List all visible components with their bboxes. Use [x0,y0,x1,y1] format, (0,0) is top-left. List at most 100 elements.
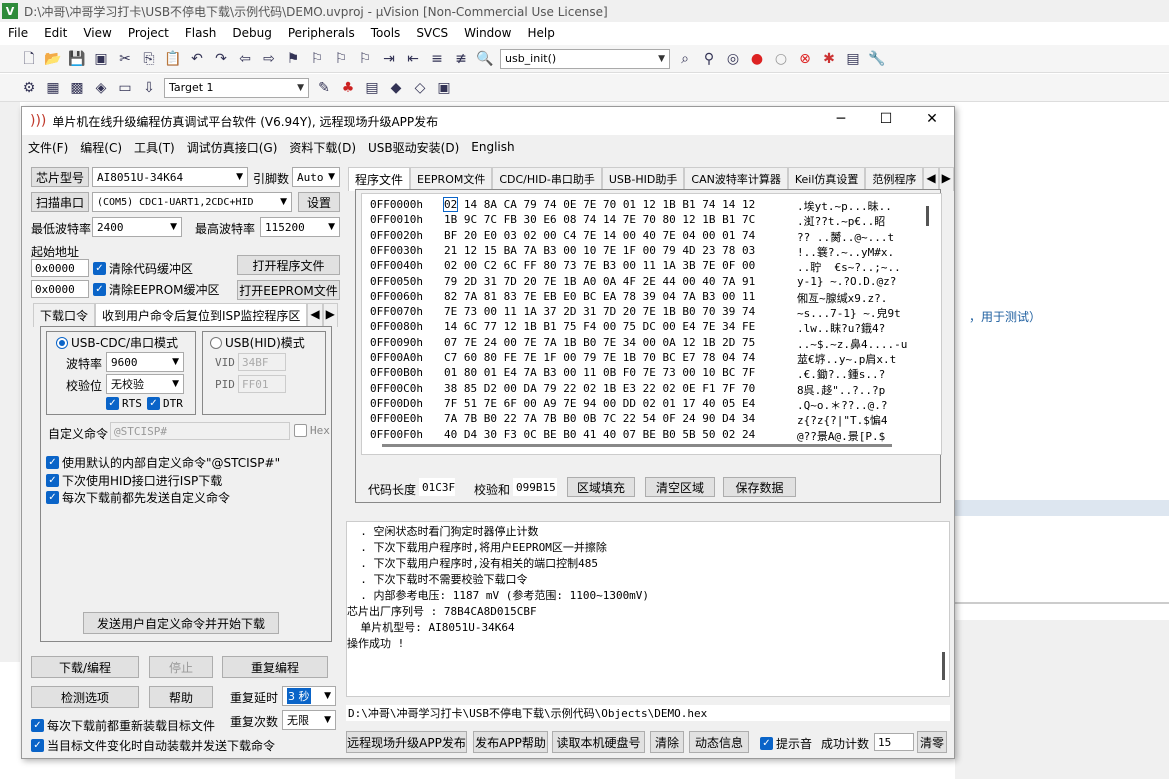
hex-horizontal-scrollbar[interactable] [382,444,892,447]
target-combo[interactable]: Target 1 ▼ [164,77,309,98]
back-icon[interactable]: ⇦ [236,50,254,68]
window-layout-icon[interactable]: ▤ [844,50,862,68]
translate-icon[interactable]: ⚙ [20,79,38,97]
tab-can-baud[interactable]: CAN波特率计算器 [684,167,788,191]
rebuild-icon[interactable]: ▩ [68,79,86,97]
close-icon[interactable]: ✕ [917,111,947,127]
tab-scroll-left-icon[interactable]: ◀ [307,303,323,327]
dynamic-info-button[interactable]: 动态信息 [689,731,749,753]
bookmark-next-icon[interactable]: ⚐ [332,50,350,68]
kill-breakpoints-icon[interactable]: ⊗ [796,50,814,68]
save-icon[interactable]: 💾 [68,50,86,68]
min-baud-select[interactable]: 2400 ▼ [92,217,182,237]
default-command-checkbox[interactable]: ✓ 使用默认的内部自定义命令"@STCISP#" [46,454,280,471]
repeat-program-button[interactable]: 重复编程 [222,656,328,678]
repeat-count-select[interactable]: 无限 ▼ [282,710,336,730]
download-program-button[interactable]: 下载/编程 [31,656,139,678]
open-program-file-button[interactable]: 打开程序文件 [237,255,340,275]
menu-window[interactable]: Window [456,26,519,40]
send-before-download-checkbox[interactable]: ✓ 每次下载前都先发送自定义命令 [46,489,230,506]
chip-model-select[interactable]: AI8051U-34K64 ▼ [92,167,248,187]
find-in-files-icon[interactable]: 🔍 [476,50,494,68]
rts-checkbox[interactable]: ✓ RTS [106,397,142,410]
bookmark-icon[interactable]: ⚑ [284,50,302,68]
build-icon[interactable]: ▦ [44,79,62,97]
port-select[interactable]: (COM5) CDC1-UART1,2CDC+HID ▼ [92,192,292,212]
open-folder-icon[interactable]: 📂 [44,50,62,68]
menu-peripherals[interactable]: Peripherals [280,26,363,40]
vid-input[interactable]: 34BF [238,353,286,371]
stop-button[interactable]: 停止 [149,656,213,678]
find-icon[interactable]: ⌕ [676,50,694,68]
tab-keil-sim[interactable]: Keil仿真设置 [787,167,866,191]
scan-port-button[interactable]: 扫描串口 [31,192,89,212]
uncomment-icon[interactable]: ≢ [452,50,470,68]
reload-target-checkbox[interactable]: ✓ 每次下载前都重新装载目标文件 [31,717,215,734]
stop-build-icon[interactable]: ▭ [116,79,134,97]
runtime-env-icon[interactable]: ▣ [435,79,453,97]
tab-download-password[interactable]: 下载口令 [33,303,96,327]
code-start-address-input[interactable]: 0x0000 [31,259,89,277]
load-icon[interactable]: ⇩ [140,79,158,97]
menu-flash[interactable]: Flash [177,26,224,40]
tab-eeprom-file[interactable]: EEPROM文件 [410,167,493,191]
menu-file[interactable]: File [0,26,36,40]
clear-eeprom-buffer-checkbox[interactable]: ✓ 清除EEPROM缓冲区 [93,281,220,298]
tab-reset-to-isp[interactable]: 收到用户命令后复位到ISP监控程序区 [95,303,308,327]
baud-select[interactable]: 9600 ▼ [106,352,184,372]
hex-vertical-scrollbar[interactable] [926,206,929,226]
clear-log-button[interactable]: 清除 [650,731,684,753]
isp-menu-program[interactable]: 编程(C) [74,139,128,156]
debug-session-icon[interactable]: ◎ [724,50,742,68]
redo-icon[interactable]: ↷ [212,50,230,68]
repeat-delay-select[interactable]: 3 秒 ▼ [282,686,336,706]
outdent-icon[interactable]: ⇤ [404,50,422,68]
tab-usb-hid[interactable]: USB-HID助手 [601,167,685,191]
port-settings-button[interactable]: 设置 [298,192,340,212]
reset-count-button[interactable]: 清零 [917,731,947,753]
batch-build-icon[interactable]: ◈ [92,79,110,97]
isp-menu-tools[interactable]: 工具(T) [128,139,181,156]
undo-icon[interactable]: ↶ [188,50,206,68]
check-options-button[interactable]: 检测选项 [31,686,139,708]
log-vertical-scrollbar[interactable] [942,652,945,680]
auto-load-checkbox[interactable]: ✓ 当目标文件变化时自动装载并发送下载命令 [31,737,275,754]
help-button[interactable]: 帮助 [149,686,213,708]
bookmark-clear-icon[interactable]: ⚐ [356,50,374,68]
tab-examples[interactable]: 范例程序 [865,167,924,191]
read-disk-id-button[interactable]: 读取本机硬盘号 [552,731,645,753]
disable-breakpoint-icon[interactable]: ○ [772,50,790,68]
manage-components-icon[interactable]: ♣ [339,79,357,97]
clear-code-buffer-checkbox[interactable]: ✓ 清除代码缓冲区 [93,260,193,277]
tab-scroll-right-icon[interactable]: ▶ [322,303,338,327]
function-combo[interactable]: usb_init() ▼ [500,48,670,69]
target-options-icon[interactable]: ✎ [315,79,333,97]
parity-select[interactable]: 无校验 ▼ [106,374,184,394]
tab-scroll-left-icon[interactable]: ◀ [923,167,939,191]
cut-icon[interactable]: ✂ [116,50,134,68]
max-baud-select[interactable]: 115200 ▼ [260,217,340,237]
isp-menu-downloads[interactable]: 资料下载(D) [283,139,362,156]
paste-icon[interactable]: 📋 [164,50,182,68]
menu-edit[interactable]: Edit [36,26,75,40]
configure-icon[interactable]: 🔧 [868,50,886,68]
isp-menu-usb-driver[interactable]: USB驱动安装(D) [362,139,465,156]
menu-svcs[interactable]: SVCS [408,26,456,40]
cdc-mode-radio[interactable]: USB-CDC/串口模式 [56,334,178,351]
tab-program-file[interactable]: 程序文件 [348,167,411,191]
minimize-icon[interactable]: ─ [826,111,856,127]
tab-scroll-right-icon[interactable]: ▶ [938,167,954,191]
fill-area-button[interactable]: 区域填充 [567,477,635,497]
new-file-icon[interactable]: 🗋 [20,50,38,68]
hid-next-checkbox[interactable]: ✓ 下次使用HID接口进行ISP下载 [46,472,222,489]
indent-icon[interactable]: ⇥ [380,50,398,68]
copy-icon[interactable]: ⎘ [140,50,158,68]
menu-help[interactable]: Help [519,26,562,40]
menu-project[interactable]: Project [120,26,177,40]
file-extensions-icon[interactable]: ▤ [363,79,381,97]
publish-help-button[interactable]: 发布APP帮助 [473,731,548,753]
custom-command-input[interactable]: @STCISP# [110,422,290,440]
pins-select[interactable]: Auto ▼ [292,167,340,187]
save-all-icon[interactable]: ▣ [92,50,110,68]
isp-menu-english[interactable]: English [465,140,520,154]
